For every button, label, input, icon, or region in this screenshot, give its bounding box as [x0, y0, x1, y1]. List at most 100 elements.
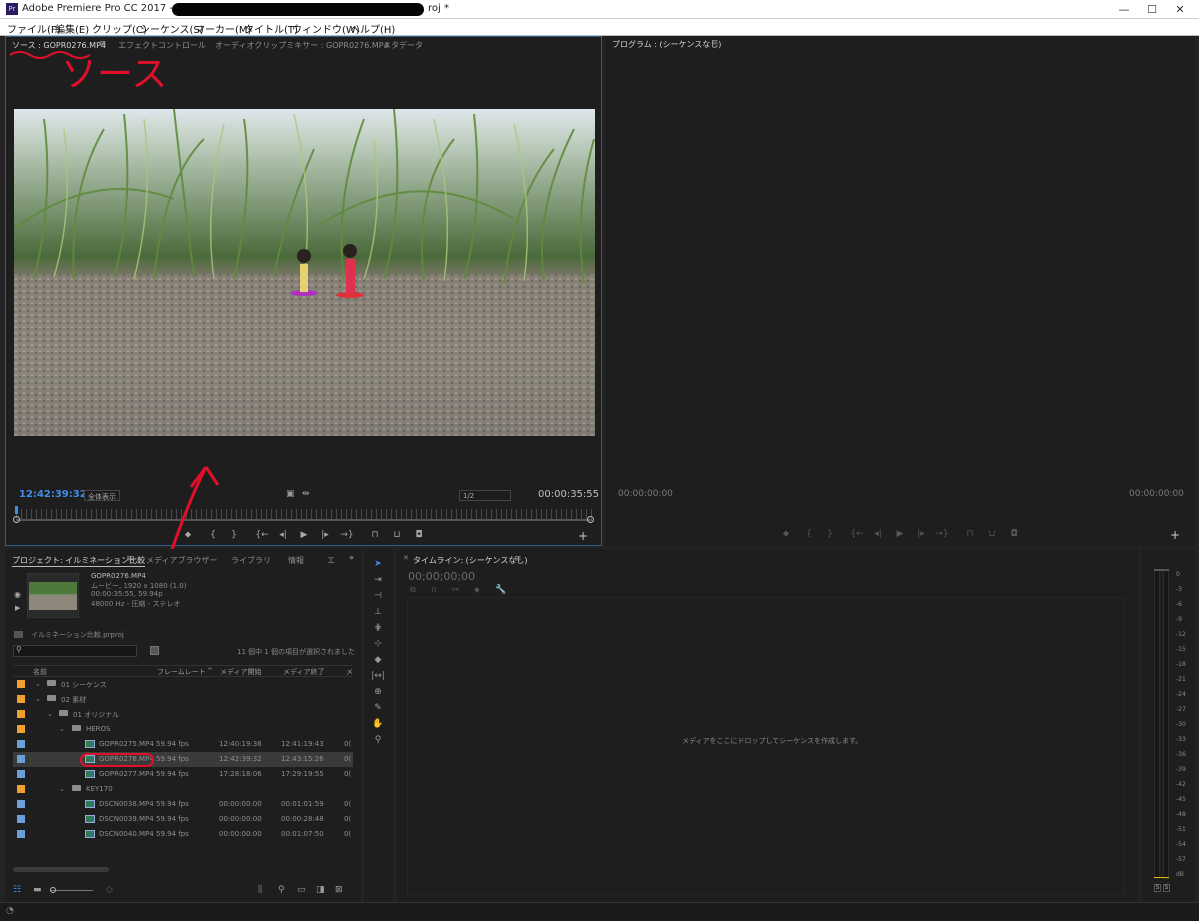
menu-clip[interactable]: クリップ(C)	[92, 21, 147, 36]
panel-menu-icon[interactable]: ≡	[514, 554, 522, 564]
sort-icons-icon[interactable]: ◇	[106, 885, 113, 895]
column-media-end[interactable]: メディア終了	[283, 667, 325, 677]
hand-tool-icon[interactable]: ✋	[371, 719, 385, 731]
menu-title[interactable]: タイトル(T)	[244, 21, 298, 36]
lift-icon[interactable]: ⊓	[963, 529, 977, 539]
export-frame-icon[interactable]: ◘	[412, 530, 426, 540]
razor-tool-icon[interactable]: ⊹	[371, 639, 385, 651]
zoom-tool-icon[interactable]: ✎	[371, 703, 385, 715]
sort-ascending-icon[interactable]: ^	[207, 667, 213, 675]
chevron-down-icon[interactable]: ⌄	[35, 680, 41, 688]
add-marker-icon[interactable]: ⬥	[779, 529, 793, 539]
source-time-ruler[interactable]	[16, 509, 592, 519]
mark-out-icon[interactable]: }	[823, 529, 837, 539]
linked-selection-icon[interactable]: ⚯	[452, 585, 459, 594]
tab-media-browser[interactable]: メディアブラウザー	[146, 555, 217, 566]
chevron-down-icon[interactable]: ⌄	[35, 695, 41, 703]
label-color-swatch[interactable]	[17, 710, 25, 718]
table-row[interactable]: GOPR0275.MP4 59.94 fps 12:40:19:36 12:41…	[13, 737, 353, 752]
icon-view-icon[interactable]: ▬	[33, 885, 42, 895]
horizontal-scrollbar[interactable]	[13, 867, 109, 872]
preview-play-icon[interactable]: ▶	[15, 604, 20, 612]
panel-menu-icon[interactable]: ≡	[711, 38, 719, 48]
new-search-bin-icon[interactable]	[150, 646, 159, 655]
go-to-out-icon[interactable]: →}	[935, 529, 949, 539]
label-color-swatch[interactable]	[17, 740, 25, 748]
label-color-swatch[interactable]	[17, 725, 25, 733]
table-row[interactable]: DSCN0040.MP4 59.94 fps 00:00:00:00 00:01…	[13, 827, 353, 842]
slide-tool-icon[interactable]: |↔|	[371, 671, 385, 683]
tab-program[interactable]: プログラム : (シーケンスなし)	[612, 39, 721, 50]
step-forward-icon[interactable]: |▸	[318, 530, 332, 540]
list-item[interactable]: ⌄ HEROS	[13, 722, 353, 737]
track-select-tool-icon[interactable]: ⇥	[371, 575, 385, 587]
playback-resolution-dropdown[interactable]: 1/2	[459, 490, 511, 501]
snap-icon[interactable]: ∩	[431, 585, 437, 594]
list-item[interactable]: ⌄ 02 素材	[13, 692, 353, 707]
more-tabs-icon[interactable]: »	[349, 553, 354, 562]
label-color-swatch[interactable]	[17, 815, 25, 823]
new-item-icon[interactable]: ◨	[316, 885, 325, 895]
zoom-slider[interactable]	[51, 890, 93, 891]
list-view-icon[interactable]: ☷	[13, 885, 21, 895]
list-item[interactable]: ⌄ KEY170	[13, 782, 353, 797]
close-tab-icon[interactable]: ✕	[403, 554, 409, 562]
pen-tool-icon[interactable]: ⊕	[371, 687, 385, 699]
tab-effects[interactable]: エ	[327, 555, 335, 566]
tab-metadata[interactable]: メタデータ	[383, 40, 423, 51]
mark-in-icon[interactable]: {	[802, 529, 816, 539]
zoom-handle-right[interactable]	[587, 516, 594, 523]
tab-audio-clip-mixer[interactable]: オーディオクリップミキサー : GOPR0276.MP4	[215, 40, 389, 51]
drag-video-icon[interactable]: ▣	[286, 489, 295, 499]
panel-menu-icon[interactable]: ≡	[126, 554, 134, 564]
rolling-edit-tool-icon[interactable]: ⊥	[371, 607, 385, 619]
source-zoom-bar[interactable]	[16, 519, 592, 521]
label-color-swatch[interactable]	[17, 830, 25, 838]
play-icon[interactable]: ▶	[297, 530, 311, 540]
tab-timeline[interactable]: タイムライン: (シーケンスなし)	[413, 555, 528, 566]
automate-to-sequence-icon[interactable]: ⫼	[258, 885, 262, 895]
tab-libraries[interactable]: ライブラリ	[231, 555, 271, 566]
step-back-icon[interactable]: ◂|	[276, 530, 290, 540]
extract-icon[interactable]: ⊔	[985, 529, 999, 539]
solo-right-button[interactable]: S	[1163, 884, 1170, 892]
minimize-button[interactable]: —	[1110, 0, 1138, 19]
insert-icon[interactable]: ⊓	[368, 530, 382, 540]
button-editor-plus-icon[interactable]: +	[576, 529, 590, 543]
column-framerate[interactable]: フレームレート	[157, 667, 206, 677]
menu-help[interactable]: ヘルプ(H)	[350, 21, 395, 36]
zoom-slider-handle[interactable]	[50, 887, 56, 893]
zoom-handle-left[interactable]	[13, 516, 20, 523]
label-color-swatch[interactable]	[17, 695, 25, 703]
list-item[interactable]: ⌄ 01 シーケンス	[13, 677, 353, 692]
column-media-start[interactable]: メディア開始	[220, 667, 262, 677]
selection-tool-icon[interactable]: ➤	[371, 559, 385, 571]
button-editor-plus-icon[interactable]: +	[1168, 528, 1182, 542]
play-icon[interactable]: ▶	[893, 529, 907, 539]
go-to-in-icon[interactable]: {←	[850, 529, 864, 539]
go-to-out-icon[interactable]: →}	[340, 530, 354, 540]
menu-file[interactable]: ファイル(F)	[7, 21, 61, 36]
rate-stretch-tool-icon[interactable]: ⋕	[371, 623, 385, 635]
drag-audio-icon[interactable]: ⇹	[302, 489, 310, 499]
trash-icon[interactable]: ⊠	[335, 885, 343, 895]
ripple-edit-tool-icon[interactable]: ⊣	[371, 591, 385, 603]
chevron-down-icon[interactable]: ⌄	[47, 710, 53, 718]
table-row[interactable]: GOPR0277.MP4 59.94 fps 17:28:18:06 17:29…	[13, 767, 353, 782]
status-icon[interactable]: ◔	[6, 906, 14, 916]
chevron-down-icon[interactable]: ⌄	[59, 725, 65, 733]
label-color-swatch[interactable]	[17, 680, 25, 688]
add-marker-icon[interactable]: ⬥	[474, 585, 480, 595]
timeline-drop-area[interactable]	[407, 597, 1125, 895]
list-item[interactable]: ⌄ 01 オリジナル	[13, 707, 353, 722]
export-frame-icon[interactable]: ◘	[1007, 529, 1021, 539]
source-playhead[interactable]	[15, 506, 18, 514]
set-poster-frame-icon[interactable]: ◉	[14, 590, 21, 599]
overwrite-icon[interactable]: ⊔	[390, 530, 404, 540]
wrench-icon[interactable]: 🔧	[495, 585, 506, 595]
column-name[interactable]: 名前	[33, 667, 47, 677]
step-back-icon[interactable]: ◂|	[871, 529, 885, 539]
solo-left-button[interactable]: S	[1154, 884, 1161, 892]
column-extra[interactable]: メ	[346, 667, 353, 677]
menu-edit[interactable]: 編集(E)	[55, 21, 89, 36]
